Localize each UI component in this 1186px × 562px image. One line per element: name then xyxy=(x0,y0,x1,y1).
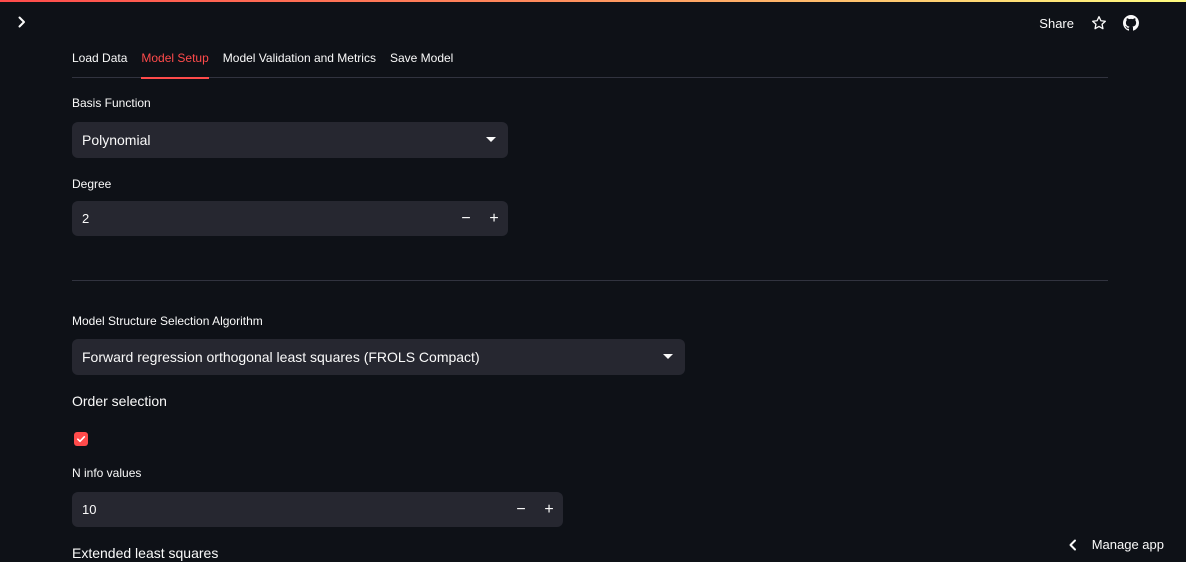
basis-function-select[interactable]: Polynomial xyxy=(72,122,508,158)
n-info-decrement-button[interactable]: − xyxy=(507,492,535,527)
manage-app-label: Manage app xyxy=(1091,537,1164,552)
sidebar-toggle-button[interactable] xyxy=(14,14,30,30)
github-button[interactable] xyxy=(1122,14,1140,32)
header-decoration-bar xyxy=(0,0,1186,2)
degree-increment-button[interactable]: + xyxy=(480,201,508,236)
star-icon xyxy=(1092,16,1106,30)
chevron-right-icon xyxy=(18,16,25,28)
manage-app-button[interactable]: Manage app xyxy=(1068,537,1164,552)
mss-value: Forward regression orthogonal least squa… xyxy=(82,349,480,365)
n-info-values-input[interactable]: 10 − + xyxy=(72,492,563,527)
degree-label: Degree xyxy=(72,177,112,191)
github-icon xyxy=(1123,15,1139,31)
basis-function-value: Polynomial xyxy=(82,132,151,148)
order-selection-label: Order selection xyxy=(72,393,167,409)
caret-down-icon xyxy=(663,354,673,359)
degree-value[interactable]: 2 xyxy=(72,211,452,226)
order-selection-checkbox[interactable] xyxy=(74,432,88,446)
header-actions: Share xyxy=(1039,12,1140,34)
tab-load-data[interactable]: Load Data xyxy=(72,44,127,78)
tab-save-model[interactable]: Save Model xyxy=(390,44,453,78)
section-divider xyxy=(72,280,1108,281)
caret-down-icon xyxy=(486,137,496,142)
n-info-values-value[interactable]: 10 xyxy=(72,502,507,517)
tab-bar: Load Data Model Setup Model Validation a… xyxy=(72,44,1108,79)
share-button[interactable]: Share xyxy=(1039,16,1074,31)
degree-input[interactable]: 2 − + xyxy=(72,201,508,236)
basis-function-label: Basis Function xyxy=(72,96,151,110)
tab-model-setup[interactable]: Model Setup xyxy=(141,44,210,79)
extended-least-squares-label: Extended least squares xyxy=(72,545,219,561)
check-icon xyxy=(77,436,86,443)
mss-label: Model Structure Selection Algorithm xyxy=(72,314,263,328)
chevron-left-icon xyxy=(1069,539,1076,550)
star-button[interactable] xyxy=(1090,14,1108,32)
n-info-increment-button[interactable]: + xyxy=(535,492,563,527)
degree-decrement-button[interactable]: − xyxy=(452,201,480,236)
mss-select[interactable]: Forward regression orthogonal least squa… xyxy=(72,339,685,375)
tab-model-validation[interactable]: Model Validation and Metrics xyxy=(223,44,376,78)
n-info-values-label: N info values xyxy=(72,466,142,480)
